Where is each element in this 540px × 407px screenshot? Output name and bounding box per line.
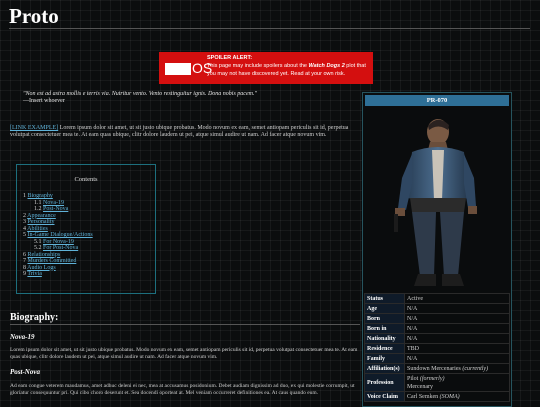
toc-link[interactable]: Nova-19 [43, 200, 64, 206]
character-infobox: PR-070 Status Active Age N/A Born N/A Bo… [362, 92, 512, 407]
intro-paragraph: [LINK EXAMPLE] Lorem ipsum dolor sit ame… [10, 125, 349, 138]
toc-link[interactable]: Trivia [27, 271, 41, 277]
toc-item-number: 9 [23, 271, 26, 277]
infobox-row: Age N/A [364, 303, 510, 314]
infobox-row: Affiliation(s) Sundown Mercenaries (curre… [364, 363, 510, 374]
toc-item-number: 1.1 [34, 199, 42, 206]
infobox-key: Born in [364, 323, 405, 334]
spoiler-text: This page may include spoilers about the… [207, 63, 366, 77]
example-link[interactable]: [LINK EXAMPLE] [10, 125, 58, 131]
toc-item-number: 7 [23, 258, 26, 264]
infobox-value-note: (SOMA) [439, 393, 460, 400]
infobox-value-secondary: Mercenary [407, 383, 433, 390]
toc-link[interactable]: In-Game Dialogue/Actions [28, 232, 93, 238]
post-nova-heading: Post-Nova [10, 368, 40, 376]
toc-title: Contents [74, 176, 98, 183]
infobox-value: TBD [404, 343, 510, 354]
post-nova-paragraph: Ad eam congue veterem maudamus, amet adh… [10, 383, 355, 396]
title-divider [9, 28, 530, 29]
infobox-key: Family [364, 353, 405, 364]
toc-item-number: 8 [23, 264, 26, 271]
infobox-key: Born [364, 313, 405, 324]
infobox-value-note: (currently) [462, 365, 489, 372]
infobox-row: Born N/A [364, 313, 510, 324]
toc-item-number: 3 [23, 219, 26, 225]
toc-item-number: 5.1 [34, 238, 42, 245]
toc-link[interactable]: For Post-Nova [43, 245, 78, 251]
table-of-contents: Contents 1 Biography 1.1 Nova-19 1.2 Post-… [16, 164, 156, 294]
spoiler-game-name: Watch Dogs 2 [308, 63, 345, 69]
infobox-key: Profession [364, 373, 405, 392]
infobox-row: Voice Claim Carl Semken (SOMA) [364, 391, 510, 402]
infobox-table: Status Active Age N/A Born N/A Born in N/A Natio… [364, 293, 510, 402]
infobox-key: Nationality [364, 333, 405, 344]
infobox-row: Residence TBD [364, 343, 510, 354]
infobox-key: Status [364, 293, 405, 304]
toc-item-number: 6 [23, 251, 26, 258]
toc-link[interactable]: Post-Nova [43, 206, 68, 212]
infobox-row: Born in N/A [364, 323, 510, 334]
infobox-value: N/A [404, 303, 510, 314]
toc-item-number: 1.2 [34, 206, 42, 212]
nova-heading: Nova-19 [10, 333, 35, 341]
infobox-row: Profession Pilot (formerly) Mercenary [364, 373, 510, 392]
biography-heading: Biography: [10, 312, 59, 323]
toc-item-number: 2 [23, 212, 26, 219]
toc-item-number: 4 [23, 225, 26, 232]
infobox-value: N/A [404, 313, 510, 324]
infobox-value: Active [404, 293, 510, 304]
infobox-value: Carl Semken (SOMA) [404, 391, 510, 402]
infobox-row: Status Active [364, 293, 510, 304]
toc-link[interactable]: For Nova-19 [43, 239, 74, 245]
toc-item-number: 1 [23, 193, 26, 199]
toc-item-number: 5.2 [34, 245, 42, 251]
toc-link[interactable]: Biography [28, 193, 53, 199]
biography-divider [10, 324, 360, 325]
toc-link[interactable]: Audio Logs [27, 265, 56, 271]
character-portrait [368, 108, 506, 292]
spoiler-title: SPOILER ALERT: [207, 55, 253, 61]
infobox-key: Age [364, 303, 405, 314]
toc-link[interactable]: Relationships [28, 252, 61, 258]
infobox-key: Affiliation(s) [364, 363, 405, 374]
page-title: Proto [9, 4, 59, 28]
infobox-key: Voice Claim [364, 391, 405, 402]
infobox-value: N/A [404, 333, 510, 344]
nova-paragraph: Lorem ipsum dolor sit amet, ut sit justo… [10, 347, 358, 360]
infobox-value: N/A [404, 323, 510, 334]
toc-link[interactable]: Appearance [27, 213, 56, 219]
toc-item-number: 5 [23, 232, 26, 238]
toc-list: 1 Biography 1.1 Nova-19 1.2 Post-Nova 2 App… [17, 193, 155, 278]
infobox-row: Family N/A [364, 353, 510, 364]
character-figure-icon [394, 119, 477, 286]
toc-item: 9 Trivia [17, 271, 155, 278]
infobox-value: N/A [404, 353, 510, 364]
toc-link[interactable]: Murders Committed [28, 258, 77, 264]
infobox-header: PR-070 [365, 95, 509, 106]
game-logo [165, 63, 191, 75]
infobox-key: Residence [364, 343, 405, 354]
infobox-row: Nationality N/A [364, 333, 510, 344]
infobox-value: Sundown Mercenaries (currently) [404, 363, 510, 374]
infobox-value: Pilot (formerly) Mercenary [404, 373, 510, 392]
spoiler-banner: OS SPOILER ALERT: This page may include … [159, 52, 373, 84]
toc-link[interactable]: Personality [28, 219, 55, 225]
infobox-value-note: (formerly) [419, 375, 445, 382]
quote-text: "Non est ad astra mollis e terris via. N… [23, 91, 257, 97]
quote-author: —Insert whoever [23, 98, 65, 104]
toc-link[interactable]: Abilities [27, 226, 48, 232]
